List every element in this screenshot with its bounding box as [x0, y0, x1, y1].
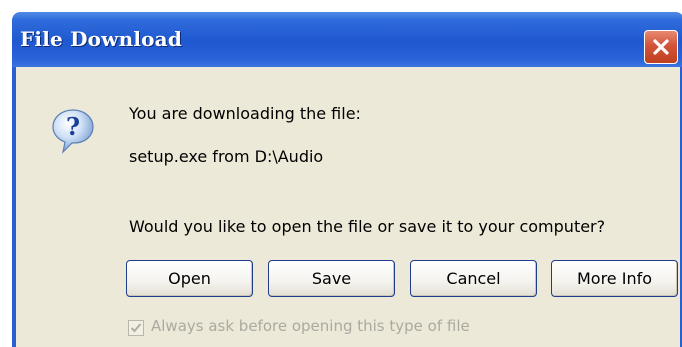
question-icon: ?	[52, 109, 94, 154]
more-info-button[interactable]: More Info	[551, 260, 678, 297]
file-download-dialog: File Download ? You are downloading the …	[12, 12, 682, 347]
always-ask-label: Always ask before opening this type of f…	[151, 317, 470, 335]
close-icon	[653, 39, 669, 55]
download-question: Would you like to open the file or save …	[129, 217, 606, 236]
always-ask-checkbox[interactable]	[128, 320, 144, 336]
window-frame-left	[12, 67, 16, 347]
open-button[interactable]: Open	[126, 260, 253, 297]
file-info: setup.exe from D:\Audio	[129, 147, 324, 166]
download-message: You are downloading the file:	[129, 104, 361, 123]
close-button[interactable]	[644, 30, 678, 64]
save-button[interactable]: Save	[268, 260, 395, 297]
title-bar[interactable]: File Download	[12, 12, 682, 67]
window-title: File Download	[20, 27, 183, 51]
svg-text:?: ?	[66, 112, 80, 141]
checkmark-icon	[130, 323, 142, 333]
cancel-button[interactable]: Cancel	[410, 260, 537, 297]
